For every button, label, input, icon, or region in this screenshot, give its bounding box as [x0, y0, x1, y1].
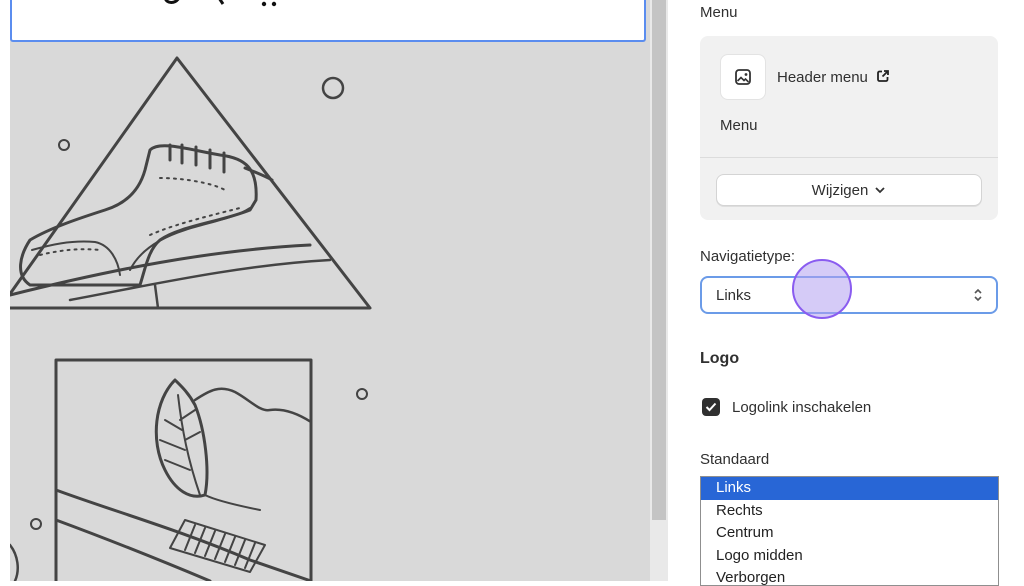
logolink-checkbox[interactable] [702, 398, 720, 416]
change-menu-button[interactable]: Wijzigen [716, 174, 982, 206]
standaard-listbox[interactable]: Links Rechts Centrum Logo midden Verborg… [700, 476, 999, 586]
navigation-type-label: Navigatietype: [700, 248, 796, 265]
preview-canvas [10, 0, 650, 581]
checkmark-icon [705, 402, 717, 412]
external-link-icon[interactable] [876, 69, 890, 83]
cursor-highlight [792, 259, 852, 319]
selected-header-section[interactable] [10, 0, 646, 42]
option-links[interactable]: Links [701, 477, 998, 500]
menu-section-title: Menu [700, 4, 738, 21]
menu-name-label[interactable]: Header menu [777, 69, 868, 86]
option-centrum[interactable]: Centrum [701, 522, 998, 545]
select-chevron-icon [974, 288, 982, 302]
change-menu-button-label: Wijzigen [811, 181, 869, 199]
option-verborgen[interactable]: Verborgen [701, 567, 998, 585]
menu-name[interactable]: Header menu [777, 69, 890, 86]
menu-image-icon-svg [735, 69, 751, 85]
menu-subtitle: Menu [720, 117, 758, 134]
menu-card-divider [700, 157, 998, 158]
navigation-type-value: Links [716, 287, 752, 304]
theme-preview [0, 0, 668, 581]
standaard-label: Standaard [700, 451, 770, 468]
preview-scrollbar-thumb[interactable] [652, 0, 666, 520]
option-logo-midden[interactable]: Logo midden [701, 545, 998, 568]
settings-panel: Menu Header menu Menu Wijzigen Navigatie… [680, 0, 1024, 586]
logo-section-heading: Logo [700, 350, 740, 367]
chevron-down-icon [875, 187, 885, 194]
preview-scrollbar[interactable] [650, 0, 668, 581]
option-rechts[interactable]: Rechts [701, 500, 998, 523]
header-icons [164, 0, 277, 7]
menu-card: Header menu Menu Wijzigen [700, 36, 998, 220]
logolink-label[interactable]: Logolink inschakelen [732, 399, 871, 416]
shoe-illustration [10, 56, 372, 581]
menu-image-icon [720, 54, 766, 100]
